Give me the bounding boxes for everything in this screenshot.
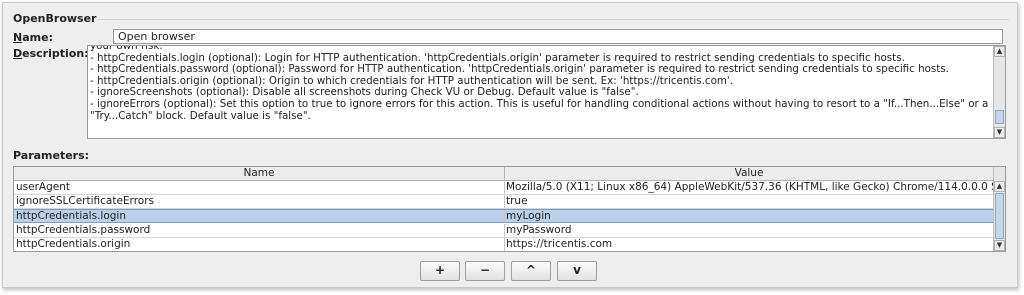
param-value[interactable]: myPassword	[505, 224, 993, 237]
column-header-value[interactable]: Value	[505, 167, 993, 180]
table-header: Name Value	[14, 167, 993, 181]
scroll-up-icon[interactable]: ▲	[994, 181, 1005, 192]
param-name[interactable]: httpCredentials.login	[14, 210, 505, 222]
parameters-table: Name Value userAgent Mozilla/5.0 (X11; L…	[13, 166, 1006, 252]
scroll-down-icon[interactable]: ▼	[994, 240, 1005, 251]
add-row-button[interactable]: +	[420, 261, 460, 281]
param-value[interactable]: https://tricentis.com	[505, 238, 993, 251]
param-value[interactable]: Mozilla/5.0 (X11; Linux x86_64) AppleWeb…	[505, 181, 993, 194]
openbrowser-panel: OpenBrowser Name: Open browser Descripti…	[2, 2, 1018, 288]
group-title: OpenBrowser	[13, 12, 97, 25]
table-row-selected[interactable]: httpCredentials.login myLogin	[14, 209, 993, 223]
description-label: Description:	[13, 47, 89, 60]
param-name[interactable]: ignoreSSLCertificateErrors	[14, 195, 505, 208]
column-header-name[interactable]: Name	[14, 167, 505, 180]
table-row[interactable]: ignoreSSLCertificateErrors true	[14, 195, 993, 209]
scroll-thumb[interactable]	[995, 193, 1004, 239]
table-row[interactable]: httpCredentials.password myPassword	[14, 224, 993, 238]
param-value[interactable]: true	[505, 195, 993, 208]
param-name[interactable]: httpCredentials.origin	[14, 238, 505, 251]
param-name[interactable]: userAgent	[14, 181, 505, 194]
move-down-button[interactable]: v	[557, 261, 597, 281]
remove-row-button[interactable]: −	[465, 261, 505, 281]
table-row[interactable]: httpCredentials.origin https://tricentis…	[14, 238, 993, 251]
scroll-thumb[interactable]	[995, 110, 1004, 124]
scroll-down-icon[interactable]: ▼	[994, 127, 1005, 138]
param-name[interactable]: httpCredentials.password	[14, 224, 505, 237]
description-text: your own risk. - httpCredentials.login (…	[90, 45, 989, 122]
group-divider	[98, 19, 1009, 20]
scroll-up-icon[interactable]: ▲	[994, 46, 1005, 57]
description-textarea[interactable]: your own risk. - httpCredentials.login (…	[87, 45, 1006, 139]
name-label: Name:	[13, 31, 53, 44]
table-scrollbar[interactable]: ▲ ▼	[993, 167, 1005, 251]
description-scrollbar[interactable]: ▲ ▼	[993, 46, 1005, 138]
parameters-label: Parameters:	[13, 149, 90, 162]
move-up-button[interactable]: ^	[511, 261, 551, 281]
table-row[interactable]: userAgent Mozilla/5.0 (X11; Linux x86_64…	[14, 181, 993, 195]
name-input[interactable]: Open browser	[113, 29, 1003, 44]
param-value[interactable]: myLogin	[505, 210, 993, 222]
